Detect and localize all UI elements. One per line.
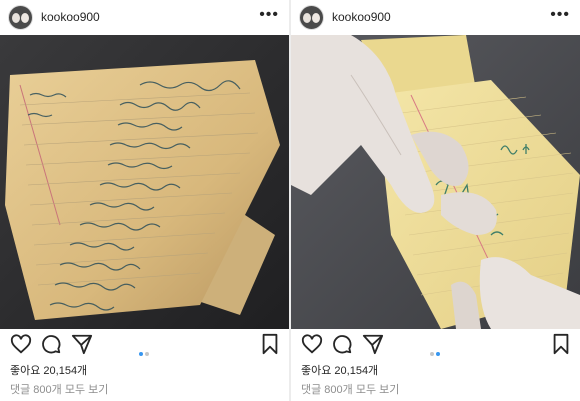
carousel-indicator xyxy=(139,343,151,361)
avatar[interactable] xyxy=(8,5,33,30)
share-icon[interactable] xyxy=(71,333,93,355)
post-1: kookoo900 ••• 좋아요 20,154개 댓글 800개 모두 보기 xyxy=(0,0,289,401)
comment-icon[interactable] xyxy=(331,333,353,355)
hands-holding-note-photo xyxy=(291,35,580,329)
likes-count[interactable]: 좋아요 20,154개 xyxy=(10,362,87,378)
carousel-dot xyxy=(430,352,434,356)
carousel-dot-active xyxy=(139,352,143,356)
carousel-dot-active xyxy=(436,352,440,356)
heart-icon[interactable] xyxy=(10,333,32,355)
instagram-feed: kookoo900 ••• 좋아요 20,154개 댓글 800개 모두 보기 … xyxy=(0,0,580,401)
username[interactable]: kookoo900 xyxy=(41,10,100,24)
heart-icon[interactable] xyxy=(301,333,323,355)
post-header: kookoo900 ••• xyxy=(291,0,580,35)
bookmark-icon[interactable] xyxy=(259,333,281,355)
action-bar xyxy=(291,333,580,359)
action-bar xyxy=(0,333,289,359)
handwritten-note-photo xyxy=(0,35,289,329)
post-photo[interactable] xyxy=(0,35,289,329)
post-2: kookoo900 ••• 좋아요 20,154개 댓글 800개 모두 보기 xyxy=(291,0,580,401)
avatar[interactable] xyxy=(299,5,324,30)
view-all-comments-link[interactable]: 댓글 800개 모두 보기 xyxy=(10,381,108,397)
view-all-comments-link[interactable]: 댓글 800개 모두 보기 xyxy=(301,381,399,397)
share-icon[interactable] xyxy=(362,333,384,355)
post-photo[interactable] xyxy=(291,35,580,329)
more-icon[interactable]: ••• xyxy=(259,6,279,24)
likes-count[interactable]: 좋아요 20,154개 xyxy=(301,362,378,378)
carousel-indicator xyxy=(430,343,442,361)
bookmark-icon[interactable] xyxy=(550,333,572,355)
post-header: kookoo900 ••• xyxy=(0,0,289,35)
comment-icon[interactable] xyxy=(40,333,62,355)
more-icon[interactable]: ••• xyxy=(550,6,570,24)
username[interactable]: kookoo900 xyxy=(332,10,391,24)
carousel-dot xyxy=(145,352,149,356)
